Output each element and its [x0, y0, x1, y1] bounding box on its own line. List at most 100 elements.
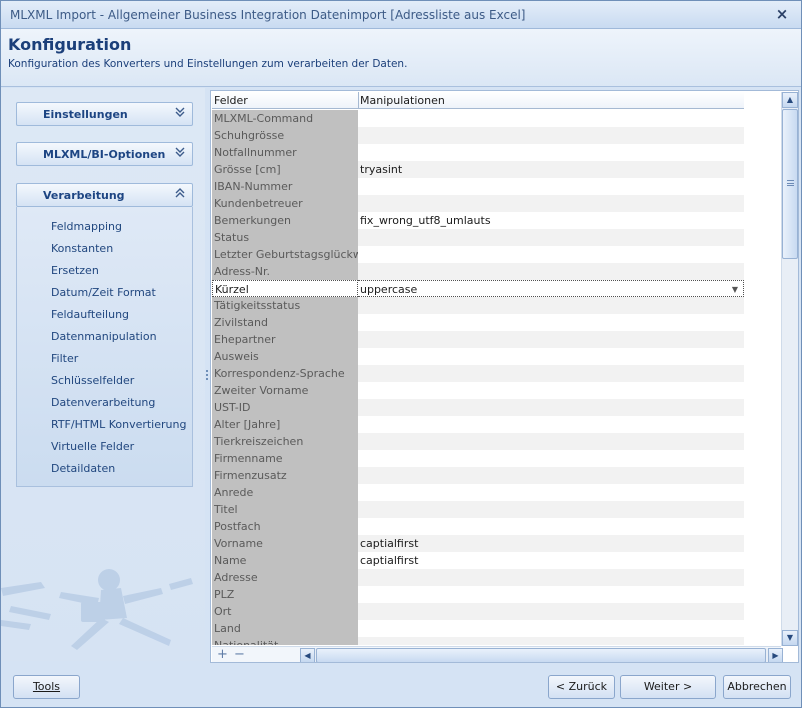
- table-row[interactable]: Alter [Jahre]: [212, 416, 744, 433]
- scroll-up-icon[interactable]: ▲: [782, 92, 798, 108]
- cancel-button[interactable]: Abbrechen: [723, 675, 791, 699]
- scroll-right-icon[interactable]: ▶: [768, 648, 783, 662]
- table-row[interactable]: Schuhgrösse: [212, 127, 744, 144]
- manipulation-cell[interactable]: [358, 620, 744, 637]
- manipulation-cell[interactable]: [358, 365, 744, 382]
- manipulation-cell[interactable]: [358, 331, 744, 348]
- table-row[interactable]: Land: [212, 620, 744, 637]
- field-name-cell[interactable]: PLZ: [212, 586, 358, 603]
- field-name-cell[interactable]: MLXML-Command: [212, 110, 358, 127]
- nav-item-rtf-html-konvertierung[interactable]: RTF/HTML Konvertierung: [51, 418, 186, 431]
- manipulation-cell[interactable]: [358, 501, 744, 518]
- title-bar[interactable]: MLXML Import - Allgemeiner Business Inte…: [1, 1, 801, 29]
- manipulation-cell[interactable]: [358, 603, 744, 620]
- horizontal-scroll-thumb[interactable]: [316, 648, 766, 662]
- manipulation-cell[interactable]: fix_wrong_utf8_umlauts: [358, 212, 744, 229]
- field-name-cell[interactable]: Postfach: [212, 518, 358, 535]
- manipulation-cell[interactable]: [358, 195, 744, 212]
- field-name-cell[interactable]: Name: [212, 552, 358, 569]
- field-name-cell[interactable]: Titel: [212, 501, 358, 518]
- table-row[interactable]: Adress-Nr.: [212, 263, 744, 280]
- table-row[interactable]: Anrede: [212, 484, 744, 501]
- manipulation-cell[interactable]: [358, 416, 744, 433]
- field-name-cell[interactable]: Tätigkeitsstatus: [212, 297, 358, 314]
- scroll-down-icon[interactable]: ▼: [782, 630, 798, 646]
- field-name-cell[interactable]: Land: [212, 620, 358, 637]
- chevron-double-down-icon[interactable]: [175, 146, 185, 162]
- table-row[interactable]: Ort: [212, 603, 744, 620]
- manipulation-cell[interactable]: [358, 229, 744, 246]
- table-row[interactable]: Tätigkeitsstatus: [212, 297, 744, 314]
- remove-row-icon[interactable]: −: [234, 647, 245, 662]
- manipulation-cell[interactable]: [358, 518, 744, 535]
- group-mlxml-bi-optionen[interactable]: MLXML/BI-Optionen: [16, 142, 193, 166]
- manipulation-cell[interactable]: [358, 348, 744, 365]
- group-verarbeitung[interactable]: Verarbeitung: [16, 183, 193, 207]
- manipulation-cell[interactable]: [358, 569, 744, 586]
- table-row[interactable]: Kundenbetreuer: [212, 195, 744, 212]
- manipulation-cell[interactable]: [358, 450, 744, 467]
- table-row[interactable]: Tierkreiszeichen: [212, 433, 744, 450]
- nav-item-datenverarbeitung[interactable]: Datenverarbeitung: [51, 396, 155, 409]
- field-name-cell[interactable]: Tierkreiszeichen: [212, 433, 358, 450]
- table-row[interactable]: Firmenzusatz: [212, 467, 744, 484]
- table-row[interactable]: Zivilstand: [212, 314, 744, 331]
- table-row[interactable]: IBAN-Nummer: [212, 178, 744, 195]
- field-name-cell[interactable]: UST-ID: [212, 399, 358, 416]
- field-name-cell[interactable]: Grösse [cm]: [212, 161, 358, 178]
- add-row-icon[interactable]: +: [217, 647, 228, 662]
- group-einstellungen[interactable]: Einstellungen: [16, 102, 193, 126]
- manipulation-cell[interactable]: [358, 314, 744, 331]
- table-row[interactable]: Korrespondenz-Sprache: [212, 365, 744, 382]
- field-name-cell[interactable]: Alter [Jahre]: [212, 416, 358, 433]
- field-name-cell[interactable]: Firmenname: [212, 450, 358, 467]
- table-row[interactable]: UST-ID: [212, 399, 744, 416]
- table-row[interactable]: Ausweis: [212, 348, 744, 365]
- manipulation-cell[interactable]: [358, 246, 744, 263]
- nav-item-datum-zeit-format[interactable]: Datum/Zeit Format: [51, 286, 156, 299]
- nav-item-feldaufteilung[interactable]: Feldaufteilung: [51, 308, 129, 321]
- manipulation-cell[interactable]: tryasint: [358, 161, 744, 178]
- nav-item-datenmanipulation[interactable]: Datenmanipulation: [51, 330, 157, 343]
- table-row[interactable]: Bemerkungen fix_wrong_utf8_umlauts: [212, 212, 744, 229]
- manipulation-cell[interactable]: [358, 399, 744, 416]
- field-name-cell[interactable]: Ort: [212, 603, 358, 620]
- manipulation-cell[interactable]: [358, 178, 744, 195]
- table-row[interactable]: Kürzel uppercase ▼: [212, 280, 744, 297]
- field-name-cell[interactable]: Bemerkungen: [212, 212, 358, 229]
- nav-item-schluesselfelder[interactable]: Schlüsselfelder: [51, 374, 134, 387]
- table-row[interactable]: Ehepartner: [212, 331, 744, 348]
- field-name-cell[interactable]: Ausweis: [212, 348, 358, 365]
- field-name-cell[interactable]: Korrespondenz-Sprache: [212, 365, 358, 382]
- table-row[interactable]: Name captialfirst: [212, 552, 744, 569]
- horizontal-scrollbar[interactable]: ◀ ▶: [300, 648, 783, 662]
- column-separator[interactable]: [358, 92, 359, 109]
- tools-button[interactable]: Tools: [13, 675, 80, 699]
- manipulation-cell[interactable]: [358, 586, 744, 603]
- manipulation-cell[interactable]: [358, 144, 744, 161]
- next-button[interactable]: Weiter >: [620, 675, 716, 699]
- table-row[interactable]: Postfach: [212, 518, 744, 535]
- table-row[interactable]: Firmenname: [212, 450, 744, 467]
- back-button[interactable]: < Zurück: [548, 675, 615, 699]
- table-row[interactable]: PLZ: [212, 586, 744, 603]
- field-name-cell[interactable]: Adresse: [212, 569, 358, 586]
- nav-item-ersetzen[interactable]: Ersetzen: [51, 264, 99, 277]
- manipulation-cell[interactable]: captialfirst: [358, 535, 744, 552]
- manipulation-cell[interactable]: [358, 433, 744, 450]
- nav-item-virtuelle-felder[interactable]: Virtuelle Felder: [51, 440, 134, 453]
- manipulation-cell[interactable]: [358, 382, 744, 399]
- close-icon[interactable]: ×: [773, 5, 791, 23]
- field-name-cell[interactable]: Status: [212, 229, 358, 246]
- manipulation-cell[interactable]: [358, 297, 744, 314]
- manipulation-cell[interactable]: [358, 263, 744, 280]
- nav-item-filter[interactable]: Filter: [51, 352, 78, 365]
- field-name-cell[interactable]: Firmenzusatz: [212, 467, 358, 484]
- manipulation-cell[interactable]: [358, 637, 744, 645]
- table-row[interactable]: MLXML-Command: [212, 110, 744, 127]
- column-header-manipulationen[interactable]: Manipulationen: [360, 94, 445, 107]
- table-row[interactable]: Nationalität: [212, 637, 744, 645]
- field-name-cell[interactable]: Kürzel: [212, 280, 358, 297]
- table-row[interactable]: Notfallnummer: [212, 144, 744, 161]
- table-row[interactable]: Adresse: [212, 569, 744, 586]
